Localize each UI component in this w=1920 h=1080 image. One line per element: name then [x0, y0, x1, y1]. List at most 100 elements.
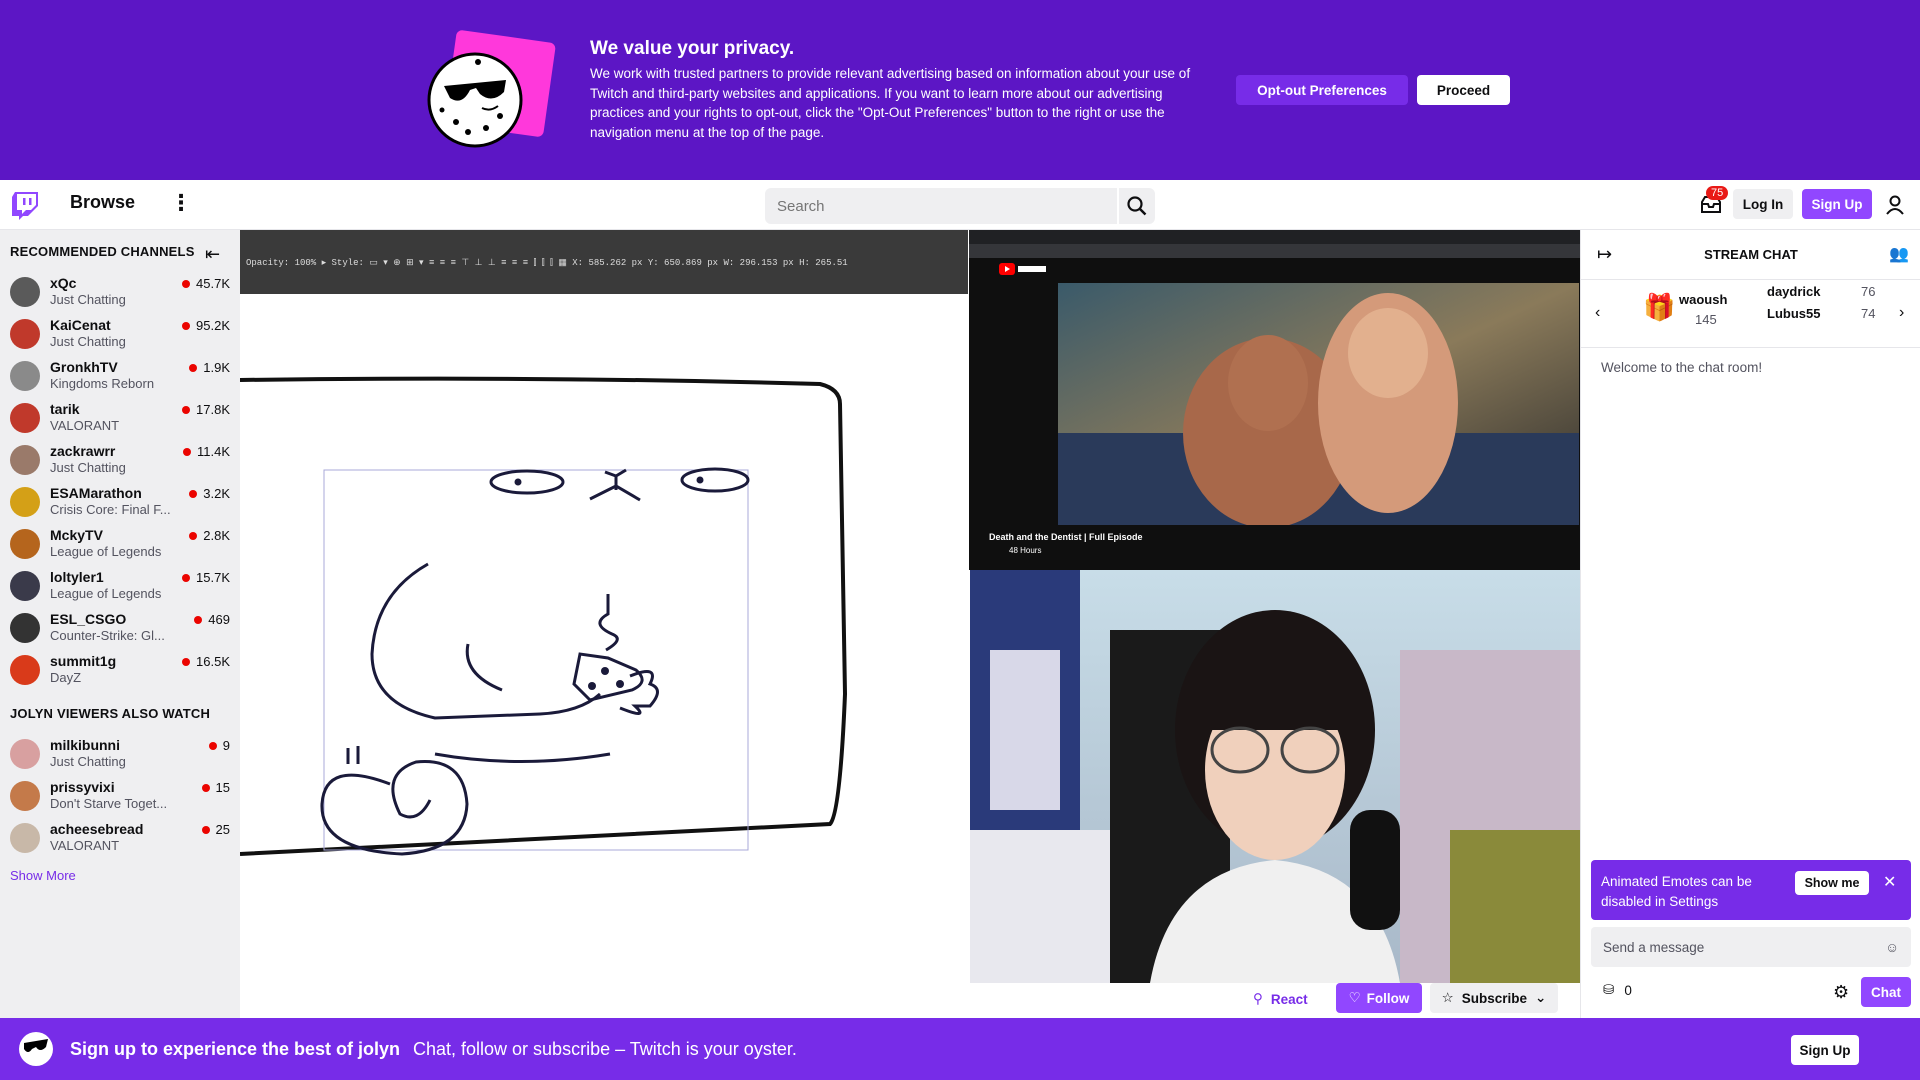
search-input[interactable]	[765, 188, 1118, 224]
privacy-banner: We value your privacy. We work with trus…	[0, 0, 1920, 180]
streamer-info-bar: ⚲ React ♡ Follow ☆ Subscribe ⌄	[240, 983, 1580, 1018]
avatar	[10, 319, 40, 349]
live-viewers: 15.7K	[182, 570, 230, 585]
sidebar-channel-kaicenat[interactable]: KaiCenat Just Chatting 95.2K	[0, 314, 240, 356]
heart-icon: ♡	[1348, 990, 1361, 1005]
avatar	[10, 739, 40, 769]
leaderboard-count: 145	[1695, 312, 1717, 327]
channel-name: xQc	[50, 275, 77, 291]
avatar	[10, 361, 40, 391]
privacy-title: We value your privacy.	[590, 38, 795, 59]
react-button[interactable]: ⚲ React	[1253, 991, 1308, 1007]
gift-icon: 🎁	[1643, 292, 1676, 322]
sidebar-channel-mckytv[interactable]: MckyTV League of Legends 2.8K	[0, 524, 240, 566]
live-viewers: 16.5K	[182, 654, 230, 669]
channel-game: League of Legends	[50, 544, 162, 559]
viewer-count: 45.7K	[196, 276, 230, 291]
channel-game: VALORANT	[50, 838, 120, 853]
sidebar-channel-acheesebread[interactable]: acheesebread VALORANT 25	[0, 818, 240, 860]
recommended-channels-title: RECOMMENDED CHANNELS	[10, 244, 195, 259]
react-label: React	[1270, 991, 1308, 1007]
youtube-header	[969, 258, 1580, 280]
show-more-link[interactable]: Show More	[10, 868, 76, 883]
avatar	[10, 487, 40, 517]
channel-game: Just Chatting	[50, 334, 126, 349]
cookie-illustration	[427, 30, 556, 148]
sidebar-channel-esamarathon[interactable]: ESAMarathon Crisis Core: Final F... 3.2K	[0, 482, 240, 524]
browser-window: Death and the Dentist | Full Episode 48 …	[969, 230, 1580, 570]
twitch-logo-icon[interactable]	[12, 192, 38, 220]
chat-welcome-message: Welcome to the chat room!	[1601, 360, 1763, 375]
drawing-canvas	[240, 294, 968, 983]
channel-points-count: 0	[1624, 982, 1632, 998]
browse-link[interactable]: Browse	[70, 192, 135, 213]
sidebar-channel-loltyler1[interactable]: loltyler1 League of Legends 15.7K	[0, 566, 240, 608]
chat-send-button[interactable]: Chat	[1861, 977, 1911, 1007]
sidebar-channel-gronkhtv[interactable]: GronkhTV Kingdoms Reborn 1.9K	[0, 356, 240, 398]
channel-game: DayZ	[50, 670, 82, 685]
channel-name: prissyvixi	[50, 779, 115, 795]
top-nav: Browse ⋮ 75 Log In Sign Up	[0, 180, 1920, 230]
chevron-down-icon: ⌄	[1535, 990, 1547, 1005]
more-options-icon[interactable]: ⋮	[170, 192, 192, 218]
search-button[interactable]	[1119, 188, 1155, 224]
gift-leaderboard: ‹ 🎁 waoush 145 daydrick 76 Lubus55 74 ›	[1581, 280, 1920, 348]
channel-points[interactable]: ⛁ 0	[1603, 982, 1632, 998]
chat-title: STREAM CHAT	[1704, 247, 1798, 262]
channel-game: Crisis Core: Final F...	[50, 502, 171, 517]
opt-out-preferences-button[interactable]: Opt-out Preferences	[1236, 75, 1408, 105]
chevron-right-icon[interactable]: ›	[1899, 304, 1904, 322]
sidebar-channel-esl_csgo[interactable]: ESL_CSGO Counter-Strike: Gl... 469	[0, 608, 240, 650]
live-dot-icon	[182, 657, 191, 666]
sidebar-channel-zackrawrr[interactable]: zackrawrr Just Chatting 11.4K	[0, 440, 240, 482]
sidebar-channel-xqc[interactable]: xQc Just Chatting 45.7K	[0, 272, 240, 314]
leaderboard-name[interactable]: Lubus55	[1767, 306, 1820, 321]
leaderboard-name[interactable]: daydrick	[1767, 284, 1820, 299]
browser-tabs	[969, 230, 1580, 244]
community-icon[interactable]: 👥	[1889, 244, 1909, 264]
avatar	[10, 529, 40, 559]
viewer-count: 2.8K	[203, 528, 230, 543]
channel-points-icon: ⛁	[1603, 982, 1615, 997]
sidebar-channel-milkibunni[interactable]: milkibunni Just Chatting 9	[0, 734, 240, 776]
viewer-count: 1.9K	[203, 360, 230, 375]
follow-button[interactable]: ♡ Follow	[1336, 983, 1422, 1013]
close-icon[interactable]: ✕	[1883, 872, 1896, 892]
live-viewers: 9	[208, 738, 230, 753]
live-dot-icon	[182, 405, 191, 414]
collapse-sidebar-icon[interactable]: ⇤	[205, 244, 225, 264]
avatar	[10, 613, 40, 643]
live-dot-icon	[189, 489, 198, 498]
viewer-count: 17.8K	[196, 402, 230, 417]
subscribe-button[interactable]: ☆ Subscribe ⌄	[1430, 983, 1558, 1013]
user-icon[interactable]	[1884, 194, 1906, 216]
emote-picker-icon[interactable]: ☺	[1885, 940, 1899, 955]
sidebar-channel-summit1g[interactable]: summit1g DayZ 16.5K	[0, 650, 240, 692]
banner-sign-up-button[interactable]: Sign Up	[1791, 1035, 1859, 1065]
live-dot-icon	[201, 825, 210, 834]
show-me-button[interactable]: Show me	[1795, 871, 1869, 895]
channel-name: acheesebread	[50, 821, 144, 837]
avatar	[10, 571, 40, 601]
chat-input[interactable]: Send a message ☺	[1591, 927, 1911, 967]
live-viewers: 11.4K	[182, 444, 230, 459]
proceed-button[interactable]: Proceed	[1417, 75, 1510, 105]
sign-up-button[interactable]: Sign Up	[1802, 189, 1872, 219]
live-viewers: 25	[201, 822, 230, 837]
chat-settings-icon[interactable]: ⚙	[1833, 982, 1849, 1003]
sidebar-channel-tarik[interactable]: tarik VALORANT 17.8K	[0, 398, 240, 440]
channel-name: milkibunni	[50, 737, 120, 753]
viewer-count: 469	[208, 612, 230, 627]
sidebar-channel-prissyvixi[interactable]: prissyvixi Don't Starve Toget... 15	[0, 776, 240, 818]
channel-game: Just Chatting	[50, 292, 126, 307]
video-player[interactable]: Opacity: 100% ▸ Style: ▭ ▾ ⊕ ⊞ ▾ ≡ ≡ ≡ ⊤…	[240, 230, 1580, 983]
leaderboard-name[interactable]: waoush	[1679, 292, 1727, 307]
channel-game: Just Chatting	[50, 460, 126, 475]
live-dot-icon	[189, 531, 198, 540]
signup-banner-title: Sign up to experience the best of jolyn	[70, 1039, 401, 1059]
chevron-left-icon[interactable]: ‹	[1595, 304, 1600, 322]
log-in-button[interactable]: Log In	[1733, 189, 1793, 219]
chat-header: ↦ STREAM CHAT 👥	[1581, 230, 1920, 280]
follow-label: Follow	[1366, 990, 1410, 1006]
toast-message: Animated Emotes can be disabled in Setti…	[1601, 874, 1752, 909]
